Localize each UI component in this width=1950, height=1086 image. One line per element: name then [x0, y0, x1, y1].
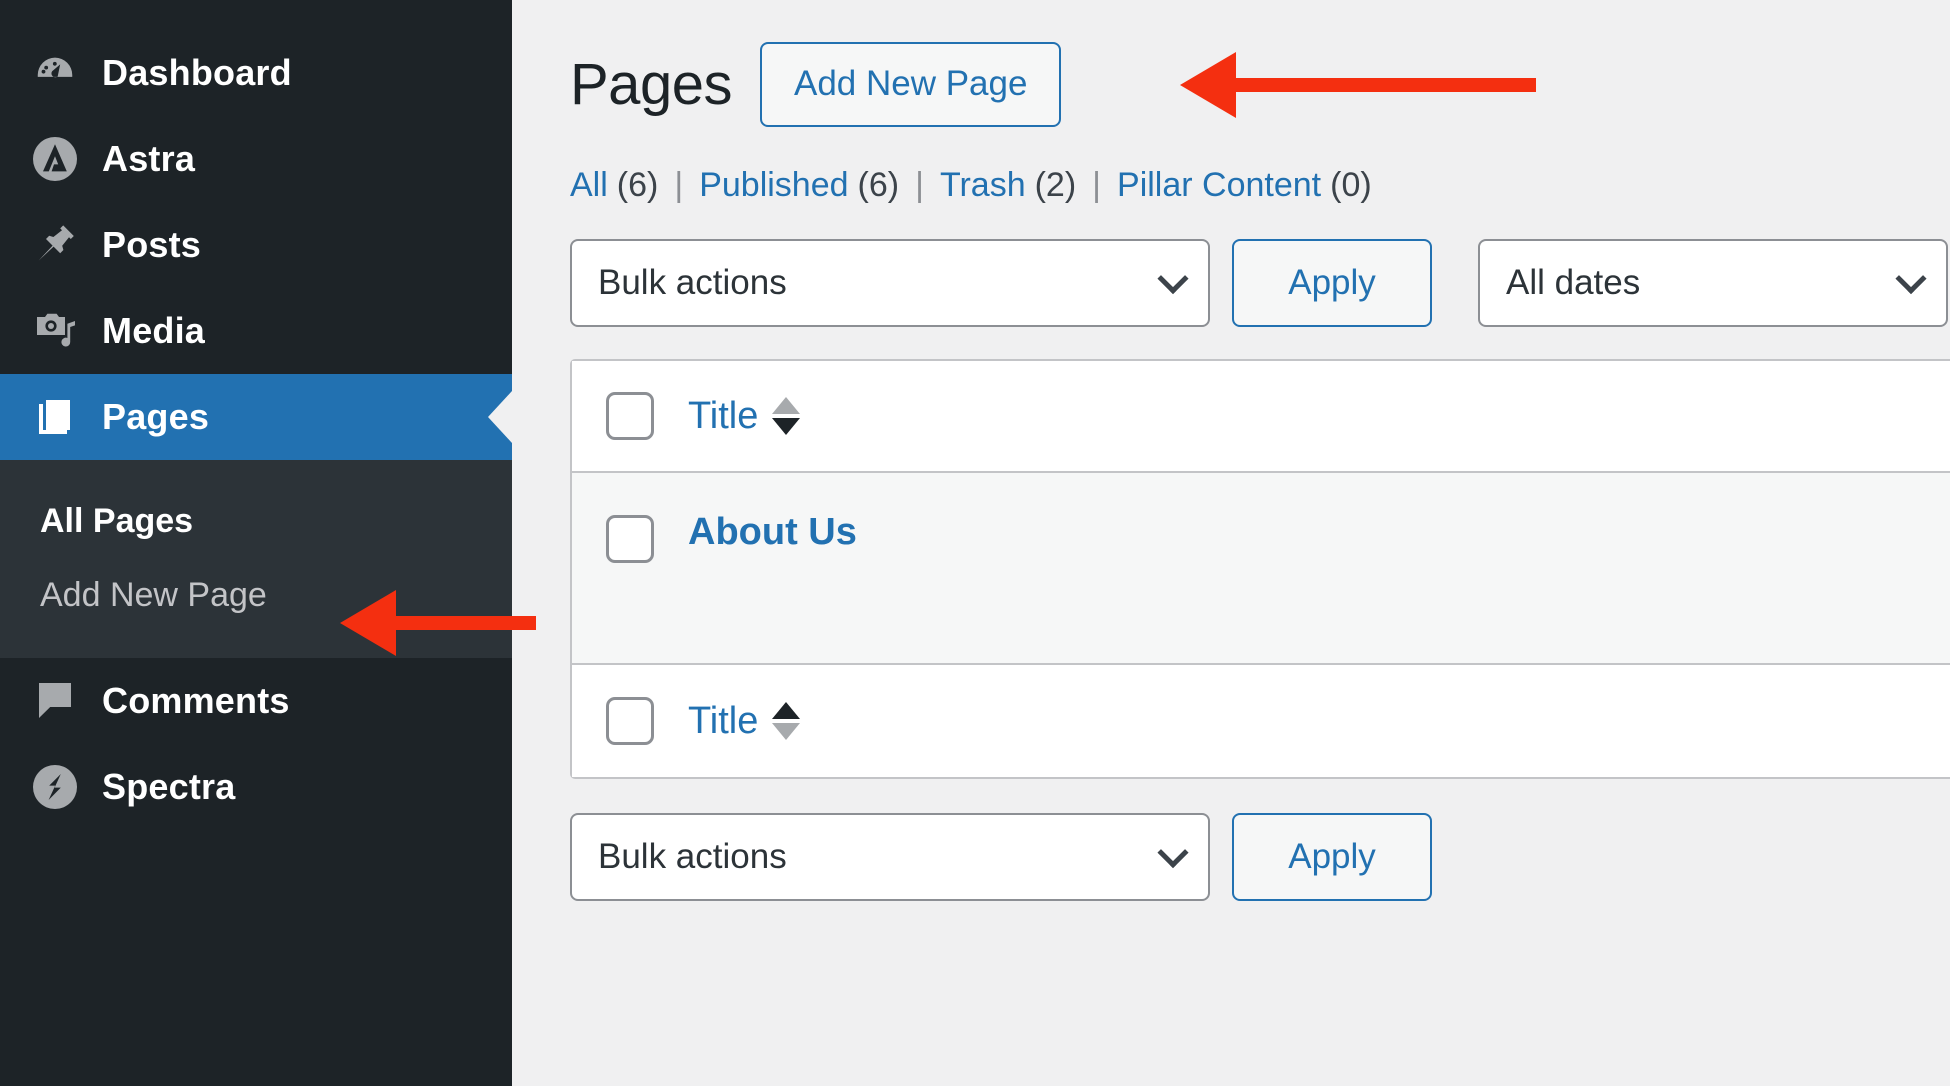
- sort-descending-icon: [772, 418, 801, 435]
- sidebar-item-comments[interactable]: Comments: [0, 658, 512, 744]
- filter-link-all[interactable]: All: [570, 166, 608, 205]
- filter-count-trash: (2): [1034, 166, 1077, 204]
- chevron-down-icon: [1895, 263, 1927, 295]
- sidebar-item-spectra[interactable]: Spectra: [0, 744, 512, 830]
- chevron-down-icon: [1157, 837, 1189, 869]
- table-row: About Us: [572, 473, 1950, 665]
- filter-count-pillar-content: (0): [1330, 166, 1372, 204]
- bulk-actions-select-bottom[interactable]: Bulk actions: [570, 813, 1210, 901]
- bulk-actions-value: Bulk actions: [598, 263, 787, 302]
- sidebar-item-label: Posts: [102, 224, 202, 265]
- sidebar-item-label: Spectra: [102, 766, 236, 807]
- column-footer-title[interactable]: Title: [688, 700, 801, 743]
- page-title: Pages: [570, 51, 732, 117]
- sort-arrows-desc-icon[interactable]: [772, 397, 801, 435]
- sidebar-item-dashboard[interactable]: Dashboard: [0, 30, 512, 116]
- select-all-checkbox-bottom[interactable]: [606, 697, 654, 745]
- sidebar-item-label: Dashboard: [102, 52, 292, 93]
- select-all-checkbox-top[interactable]: [606, 392, 654, 440]
- date-filter-value: All dates: [1506, 263, 1641, 302]
- pages-icon: [18, 393, 92, 441]
- filter-link-pillar-content[interactable]: Pillar Content: [1117, 166, 1321, 205]
- sidebar-item-posts[interactable]: Posts: [0, 202, 512, 288]
- sort-descending-icon: [772, 723, 801, 740]
- page-title-link[interactable]: About Us: [688, 511, 857, 554]
- submenu-item-all-pages[interactable]: All Pages: [0, 484, 512, 558]
- column-title-link[interactable]: Title: [688, 395, 758, 438]
- filter-separator: |: [915, 166, 924, 204]
- sidebar-item-label: Pages: [102, 396, 210, 437]
- chevron-down-icon: [1157, 263, 1189, 295]
- sidebar-item-pages[interactable]: Pages: [0, 374, 512, 460]
- sidebar-item-astra[interactable]: Astra: [0, 116, 512, 202]
- filter-separator: |: [674, 166, 684, 204]
- pin-icon: [18, 221, 92, 269]
- filter-separator: |: [1092, 166, 1102, 204]
- submenu-item-label: Add New Page: [40, 575, 267, 614]
- sidebar-item-label: Astra: [102, 138, 196, 179]
- table-footer-row: Title: [572, 665, 1950, 777]
- tablenav-bottom: Bulk actions Apply: [570, 813, 1950, 901]
- media-icon: [18, 307, 92, 355]
- column-title-link-bottom[interactable]: Title: [688, 700, 758, 743]
- sort-ascending-icon: [772, 702, 801, 719]
- date-filter-select[interactable]: All dates: [1478, 239, 1948, 327]
- select-all-cell: [572, 392, 688, 440]
- spectra-icon: [18, 763, 92, 811]
- filter-link-trash[interactable]: Trash: [940, 166, 1026, 205]
- sidebar-submenu-pages: All Pages Add New Page: [0, 460, 512, 658]
- pages-list-screen: Pages Add New Page All (6) | Published (…: [512, 0, 1950, 1086]
- sort-arrows-asc-icon[interactable]: [772, 702, 801, 740]
- bulk-actions-value: Bulk actions: [598, 837, 787, 876]
- filter-count-all: (6): [616, 166, 659, 204]
- row-title-cell: About Us: [688, 511, 857, 554]
- submenu-item-add-new-page[interactable]: Add New Page: [0, 558, 512, 632]
- admin-sidebar: Dashboard Astra Posts Media Pages All Pa…: [0, 0, 512, 1086]
- astra-icon: [18, 135, 92, 183]
- apply-button-bottom[interactable]: Apply: [1232, 813, 1432, 901]
- sidebar-item-media[interactable]: Media: [0, 288, 512, 374]
- row-checkbox[interactable]: [606, 515, 654, 563]
- bulk-actions-select-top[interactable]: Bulk actions: [570, 239, 1210, 327]
- pages-table: Title About Us Title: [570, 359, 1950, 779]
- table-header-row: Title: [572, 361, 1950, 473]
- dashboard-icon: [18, 50, 92, 96]
- sidebar-item-label: Comments: [102, 680, 290, 721]
- filter-link-published[interactable]: Published: [699, 166, 848, 205]
- wordpress-admin-screen: Dashboard Astra Posts Media Pages All Pa…: [0, 0, 1950, 1086]
- select-all-cell-bottom: [572, 697, 688, 745]
- column-header-title[interactable]: Title: [688, 395, 801, 438]
- filter-count-published: (6): [857, 166, 900, 204]
- sort-ascending-icon: [772, 397, 801, 414]
- comment-icon: [18, 677, 92, 725]
- page-header: Pages Add New Page: [570, 36, 1950, 132]
- row-select-cell: [572, 511, 688, 563]
- submenu-item-label: All Pages: [40, 501, 194, 540]
- add-new-page-button[interactable]: Add New Page: [759, 41, 1062, 127]
- tablenav-top: Bulk actions Apply All dates: [570, 239, 1950, 327]
- apply-button-top[interactable]: Apply: [1232, 239, 1432, 327]
- sidebar-item-label: Media: [102, 310, 206, 351]
- status-filter-links: All (6) | Published (6) | Trash (2) | Pi…: [570, 166, 1950, 205]
- current-menu-pointer: [488, 391, 512, 443]
